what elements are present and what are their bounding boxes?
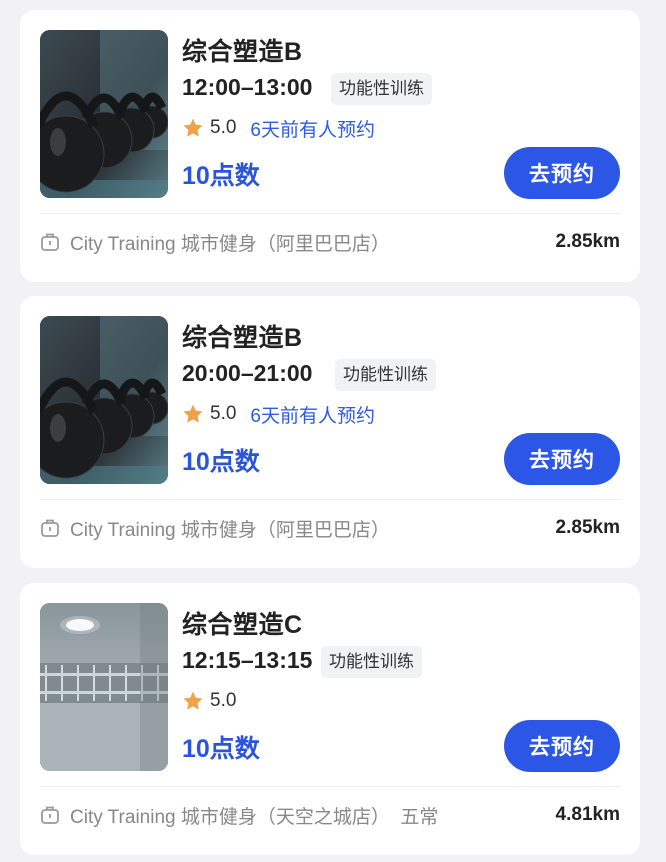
kettlebell-photo <box>40 316 168 484</box>
book-button[interactable]: 去预约 <box>504 147 620 199</box>
store-row: City Training 城市健身（天空之城店） 五常 4.81km <box>40 802 620 828</box>
book-button[interactable]: 去预约 <box>504 433 620 485</box>
class-time: 12:15–13:15 <box>182 647 313 673</box>
category-tag: 功能性训练 <box>331 73 432 105</box>
points-price: 10点数 <box>182 735 260 763</box>
class-card[interactable]: 综合塑造B 20:00–21:00 功能性训练 5.0 6天前有人预约 10点数… <box>20 296 640 568</box>
distance: 4.81km <box>555 804 620 825</box>
rating-value: 5.0 <box>210 403 237 424</box>
recent-booking-text: 6天前有人预约 <box>250 119 375 141</box>
store-name: City Training 城市健身（天空之城店） 五常 <box>70 806 439 828</box>
class-time: 12:00–13:00 <box>182 74 313 100</box>
distance: 2.85km <box>555 231 620 252</box>
rating-row: 5.0 6天前有人预约 <box>182 115 375 141</box>
class-thumbnail <box>40 603 168 771</box>
kettlebell-photo <box>40 30 168 198</box>
store-icon <box>41 806 59 824</box>
store-icon <box>41 519 59 537</box>
class-title: 综合塑造C <box>182 611 303 639</box>
store-icon <box>41 233 59 251</box>
distance: 2.85km <box>555 517 620 538</box>
category-tag: 功能性训练 <box>321 646 422 678</box>
rating-row: 5.0 <box>182 688 250 714</box>
divider <box>40 499 620 500</box>
class-thumbnail <box>40 30 168 198</box>
star-icon <box>183 118 203 137</box>
rating-value: 5.0 <box>210 690 237 711</box>
class-title: 综合塑造B <box>182 38 303 66</box>
class-title: 综合塑造B <box>182 324 303 352</box>
class-card[interactable]: 综合塑造C 12:15–13:15 功能性训练 5.0 10点数 去预约 Cit… <box>20 583 640 855</box>
class-list: 综合塑造B 12:00–13:00 功能性训练 5.0 6天前有人预约 10点数… <box>0 0 666 862</box>
recent-booking-text: 6天前有人预约 <box>250 405 375 427</box>
class-thumbnail <box>40 316 168 484</box>
class-time: 20:00–21:00 <box>182 360 313 386</box>
rating-value: 5.0 <box>210 117 237 138</box>
divider <box>40 213 620 214</box>
star-icon <box>183 691 203 710</box>
class-card[interactable]: 综合塑造B 12:00–13:00 功能性训练 5.0 6天前有人预约 10点数… <box>20 10 640 282</box>
rating-row: 5.0 6天前有人预约 <box>182 401 375 427</box>
store-row: City Training 城市健身（阿里巴巴店） 2.85km <box>40 229 620 255</box>
points-price: 10点数 <box>182 448 260 476</box>
store-name: City Training 城市健身（阿里巴巴店） <box>70 233 390 255</box>
store-name: City Training 城市健身（阿里巴巴店） <box>70 519 390 541</box>
points-price: 10点数 <box>182 162 260 190</box>
star-icon <box>183 404 203 423</box>
category-tag: 功能性训练 <box>335 359 436 391</box>
store-row: City Training 城市健身（阿里巴巴店） 2.85km <box>40 515 620 541</box>
book-button[interactable]: 去预约 <box>504 720 620 772</box>
gym-room-photo <box>40 603 168 771</box>
divider <box>40 786 620 787</box>
